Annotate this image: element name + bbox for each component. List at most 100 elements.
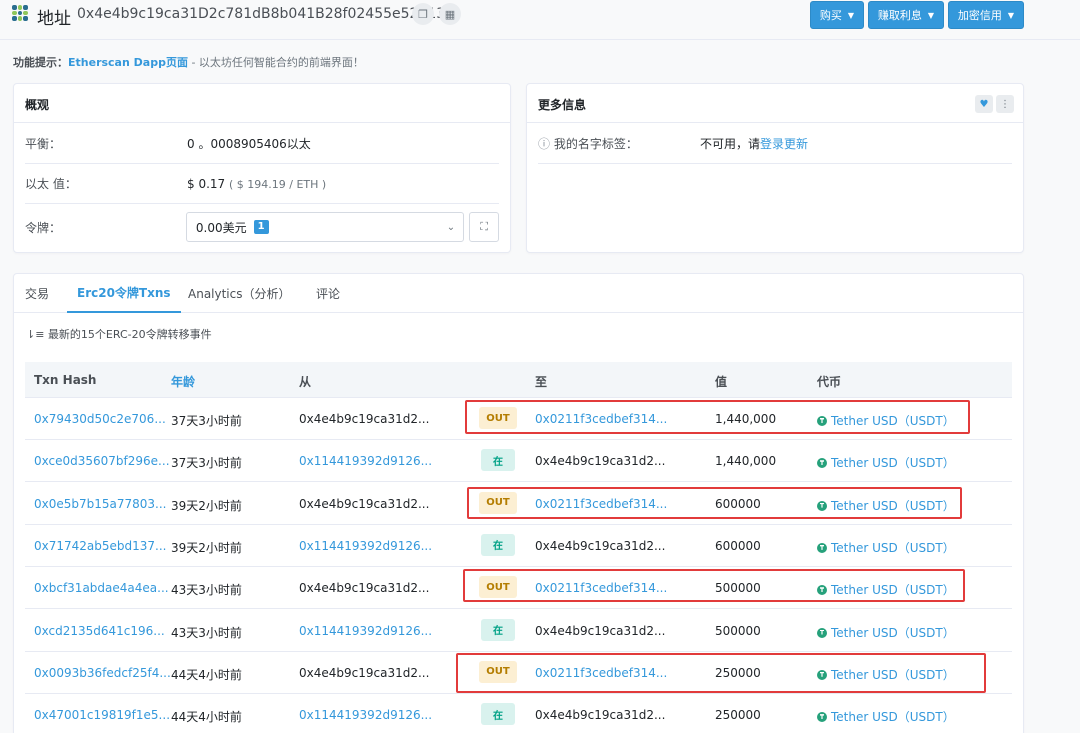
table-row: 0x0e5b7b15a77803... 39天2小时前 0x4e4b9c19ca31… — [25, 483, 1012, 525]
txn-value: 500000 — [715, 623, 761, 638]
tab-analytics[interactable]: Analytics（分析） — [188, 274, 291, 313]
earn-interest-button[interactable]: 赚取利息 ▼ — [868, 1, 944, 29]
help-icon: ⓘ — [538, 137, 551, 151]
txn-hash-link[interactable]: 0xcd2135d641c196... — [34, 624, 165, 638]
to-address: 0x4e4b9c19ca31d2... — [535, 708, 666, 723]
address-logo-icon — [12, 5, 28, 21]
to-address: 0x4e4b9c19ca31d2... — [535, 623, 666, 638]
page-header: 地址 0x4e4b9c19ca31D2c781dB8b041B28f02455e… — [0, 0, 1080, 40]
txn-value: 500000 — [715, 581, 761, 596]
tab-bar: 交易 Erc20令牌Txns Analytics（分析） 评论 — [14, 274, 1023, 313]
token-link[interactable]: Tether USD（USDT） — [817, 454, 955, 471]
feature-hint: 功能提示：Etherscan Dapp页面 - 以太坊任何智能合约的前端界面！ — [13, 56, 364, 69]
tether-icon — [817, 500, 827, 511]
table-header: Txn Hash 年龄 从 至 值 代币 — [25, 362, 1012, 398]
buy-button[interactable]: 购买 ▼ — [810, 1, 864, 29]
direction-badge: OUT — [479, 576, 517, 599]
token-link[interactable]: Tether USD（USDT） — [817, 666, 955, 683]
more-options-icon[interactable]: ⋮ — [996, 95, 1014, 113]
qr-code-icon[interactable]: ▦ — [439, 3, 461, 25]
tether-icon — [817, 542, 827, 553]
dapp-page-link[interactable]: Etherscan Dapp页面 — [68, 56, 188, 69]
token-link[interactable]: Tether USD（USDT） — [817, 581, 955, 598]
to-address[interactable]: 0x0211f3cedbef314... — [535, 581, 667, 595]
tether-icon — [817, 669, 827, 680]
more-info-title: 更多信息 — [527, 84, 1023, 123]
chevron-down-icon: ▼ — [927, 10, 935, 20]
sort-icon: ⇂≡ — [26, 328, 45, 341]
transactions-card: 交易 Erc20令牌Txns Analytics（分析） 评论 ⇂≡ 最新的15… — [13, 273, 1024, 733]
tether-icon — [817, 585, 827, 596]
overview-title: 概观 — [14, 84, 510, 123]
from-address[interactable]: 0x114419392d9126... — [299, 454, 432, 468]
from-address[interactable]: 0x114419392d9126... — [299, 624, 432, 638]
table-row: 0xce0d35607bf296e... 37天3小时前 0x114419392d9… — [25, 440, 1012, 483]
ether-value: $ 0.17 ( $ 194.19 / ETH ) — [187, 176, 327, 191]
from-address: 0x4e4b9c19ca31d2... — [299, 665, 430, 680]
direction-badge: 在 — [481, 449, 515, 472]
table-row: 0xcd2135d641c196... 43天3小时前 0x114419392d91… — [25, 610, 1012, 652]
tab-erc20-token-txns[interactable]: Erc20令牌Txns — [67, 274, 181, 313]
overview-card: 概观 平衡： 0 。0008905406以太 以太 值： $ 0.17 ( $ … — [13, 83, 511, 253]
table-row: 0x0093b36fedcf25f4... 44天4小时前 0x4e4b9c19ca… — [25, 652, 1012, 694]
login-update-link[interactable]: 登录更新 — [760, 137, 808, 151]
direction-badge: OUT — [479, 407, 517, 429]
chevron-down-icon: ▼ — [847, 10, 855, 20]
txn-hash-link[interactable]: 0xbcf31abdae4a4ea... — [34, 581, 169, 595]
txn-hash-link[interactable]: 0x79430d50c2e706... — [34, 412, 166, 426]
page-title: 地址 — [37, 9, 71, 29]
table-row: 0x71742ab5ebd137... 39天2小时前 0x114419392d91… — [25, 525, 1012, 567]
tether-icon — [817, 712, 827, 723]
txn-age: 37天3小时前 — [171, 456, 242, 471]
txn-hash-link[interactable]: 0xce0d35607bf296e... — [34, 454, 170, 468]
to-address[interactable]: 0x0211f3cedbef314... — [535, 412, 667, 426]
to-address: 0x4e4b9c19ca31d2... — [535, 538, 666, 553]
to-address[interactable]: 0x0211f3cedbef314... — [535, 666, 667, 680]
tab-comments[interactable]: 评论 — [316, 274, 340, 313]
address-value: 0x4e4b9c19ca31D2c781dB8b041B28f02455e521… — [77, 6, 446, 22]
direction-badge: OUT — [479, 660, 517, 683]
to-address: 0x4e4b9c19ca31d2... — [535, 454, 666, 469]
chevron-down-icon: ⌄ — [446, 221, 456, 233]
direction-badge: 在 — [481, 618, 515, 641]
direction-badge: 在 — [481, 533, 515, 556]
txn-age: 44天4小时前 — [171, 710, 242, 725]
txn-value: 600000 — [715, 496, 761, 511]
to-address[interactable]: 0x0211f3cedbef314... — [535, 497, 667, 511]
chevron-down-icon: ▼ — [1007, 10, 1015, 20]
token-link[interactable]: Tether USD（USDT） — [817, 708, 955, 725]
crypto-credit-button[interactable]: 加密信用 ▼ — [948, 1, 1024, 29]
from-address[interactable]: 0x114419392d9126... — [299, 539, 432, 553]
table-row: 0xbcf31abdae4a4ea... 43天3小时前 0x4e4b9c19ca3… — [25, 567, 1012, 610]
balance-value: 0 。0008905406以太 — [187, 137, 311, 151]
from-address: 0x4e4b9c19ca31d2... — [299, 581, 430, 596]
txn-value: 250000 — [715, 708, 761, 723]
txn-age: 43天3小时前 — [171, 583, 242, 598]
txn-hash-link[interactable]: 0x71742ab5ebd137... — [34, 539, 166, 553]
token-dropdown[interactable]: 0.00美元 1 ⌄ — [185, 212, 465, 242]
direction-badge: 在 — [481, 703, 515, 726]
txn-age: 44天4小时前 — [171, 667, 242, 682]
txn-age: 43天3小时前 — [171, 625, 242, 640]
tether-icon — [817, 627, 827, 638]
from-address: 0x4e4b9c19ca31d2... — [299, 496, 430, 511]
token-link[interactable]: Tether USD（USDT） — [817, 539, 955, 556]
table-row: 0x79430d50c2e706... 37天3小时前 0x4e4b9c19ca31… — [25, 398, 1012, 440]
direction-badge: OUT — [479, 491, 517, 514]
txn-value: 250000 — [715, 665, 761, 680]
tether-icon — [817, 458, 827, 469]
txn-value: 600000 — [715, 538, 761, 553]
txn-hash-link[interactable]: 0x47001c19819f1e5... — [34, 708, 170, 722]
from-address[interactable]: 0x114419392d9126... — [299, 708, 432, 722]
txn-hash-link[interactable]: 0x0093b36fedcf25f4... — [34, 666, 171, 680]
token-link[interactable]: Tether USD（USDT） — [817, 412, 955, 429]
from-address: 0x4e4b9c19ca31d2... — [299, 412, 430, 426]
expand-icon[interactable]: ⛶ — [469, 212, 499, 242]
token-link[interactable]: Tether USD（USDT） — [817, 497, 955, 514]
heart-icon[interactable]: ♥ — [975, 95, 993, 113]
token-link[interactable]: Tether USD（USDT） — [817, 624, 955, 641]
age-column-toggle[interactable]: 年龄 — [171, 373, 195, 390]
tab-transactions[interactable]: 交易 — [25, 274, 49, 313]
txn-hash-link[interactable]: 0x0e5b7b15a77803... — [34, 497, 167, 511]
copy-icon[interactable]: ❐ — [412, 3, 434, 25]
